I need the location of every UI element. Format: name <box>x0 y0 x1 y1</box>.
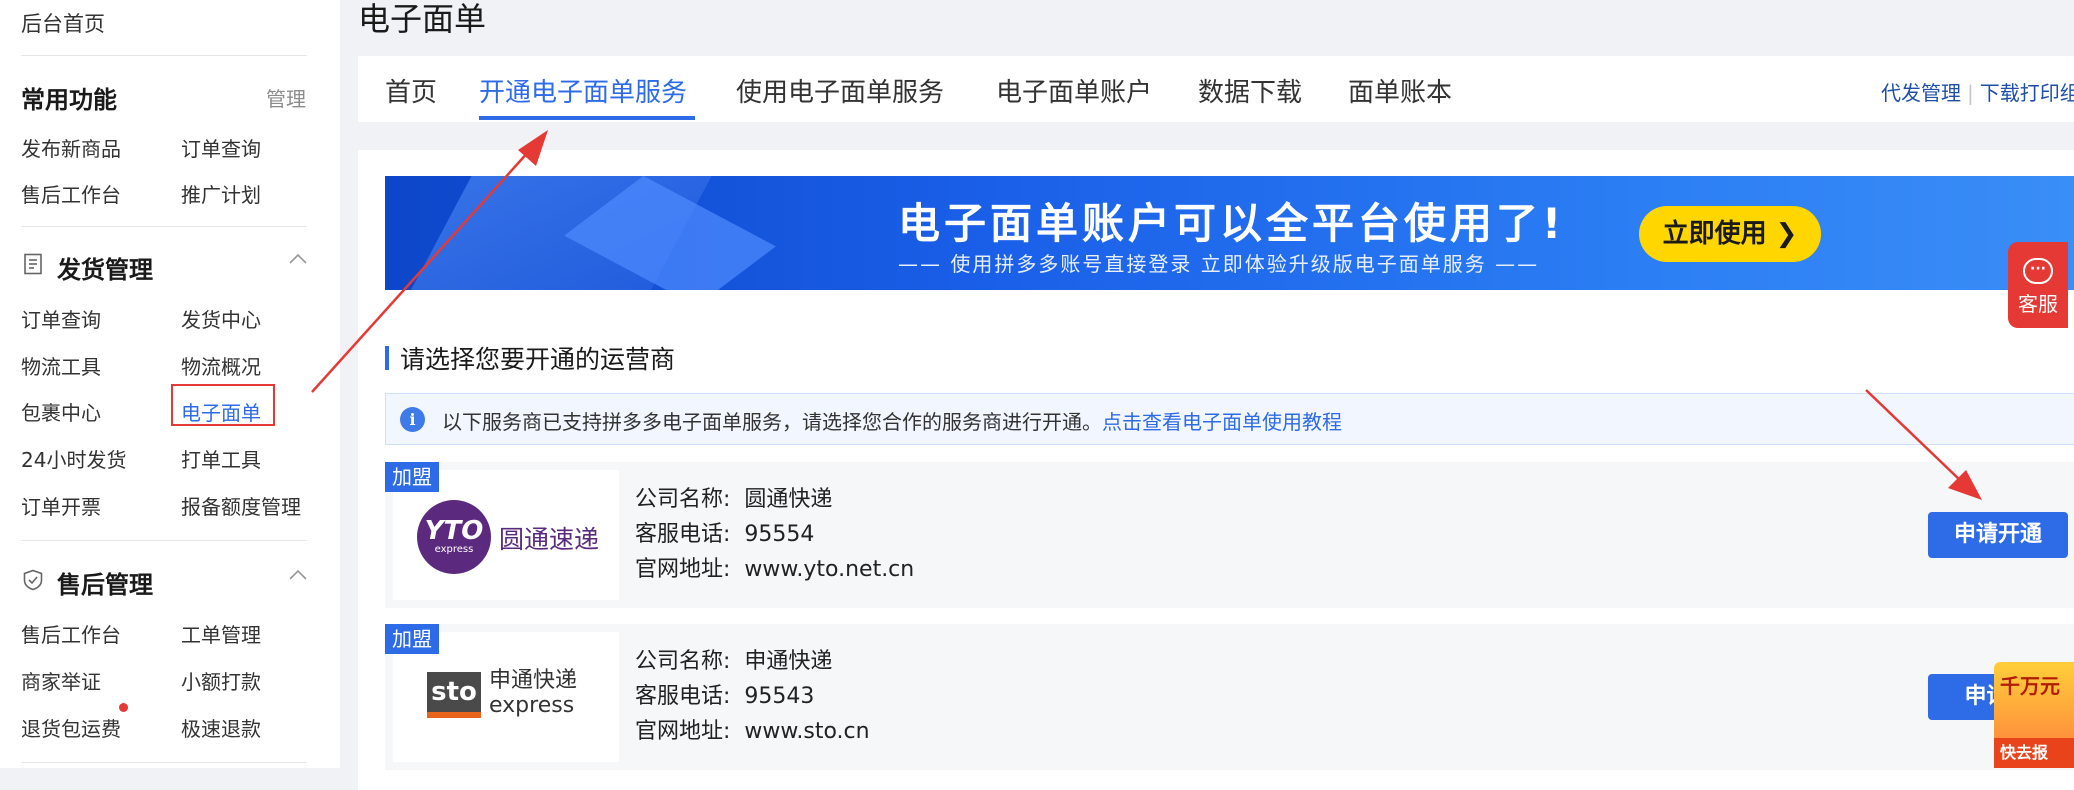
sidebar-divider <box>21 540 307 541</box>
company-name: 圆通快递 <box>744 487 833 512</box>
sidebar-item-merchant-evidence[interactable]: 商家举证 <box>21 666 101 695</box>
sidebar-item-small-payment[interactable]: 小额打款 <box>181 666 261 695</box>
yto-logo-name: 圆通速递 <box>499 525 600 554</box>
sidebar-item-quota-management[interactable]: 报备额度管理 <box>181 491 301 520</box>
sidebar-divider <box>21 762 307 763</box>
sidebar-item-logistics-overview[interactable]: 物流概况 <box>181 351 261 380</box>
sidebar-item-order-query[interactable]: 订单查询 <box>181 133 261 162</box>
sidebar-item-return-shipping[interactable]: 退货包运费 <box>21 713 121 742</box>
info-text: 以下服务商已支持拼多多电子面单服务，请选择您合作的服务商进行开通。 <box>442 410 1102 434</box>
sidebar-item-logistics-tools[interactable]: 物流工具 <box>21 351 101 380</box>
tab-bar: 首页 开通电子面单服务 使用电子面单服务 电子面单账户 数据下载 面单账本 代发… <box>358 56 2074 122</box>
apply-button-yto[interactable]: 申请开通 <box>1928 512 2068 558</box>
header-links: 代发管理 | 下载打印组 <box>1881 77 2074 106</box>
sidebar-item-order-query-2[interactable]: 订单查询 <box>21 304 101 333</box>
section-title: 请选择您要开通的运营商 <box>400 345 676 374</box>
customer-service-label: 客服 <box>2018 292 2058 316</box>
banner-title: 电子面单账户可以全平台使用了! <box>898 199 1566 248</box>
content-card: 电子面单账户可以全平台使用了! —— 使用拼多多账号直接登录 立即体验升级版电子… <box>358 150 2074 790</box>
use-now-button[interactable]: 立即使用 ❯ <box>1639 206 1821 262</box>
sidebar-item-shipping-center[interactable]: 发货中心 <box>181 304 261 333</box>
franchise-badge: 加盟 <box>385 462 439 492</box>
sto-logo-name: 申通快递 express <box>489 668 578 718</box>
sidebar-item-publish-product[interactable]: 发布新商品 <box>21 133 121 162</box>
tab-data-download[interactable]: 数据下载 <box>1198 72 1302 109</box>
franchise-badge: 加盟 <box>385 624 439 654</box>
website: www.sto.cn <box>744 719 870 744</box>
sidebar-item-ticket-management[interactable]: 工单管理 <box>181 619 261 648</box>
common-functions-title: 常用功能 <box>21 86 117 114</box>
tab-use-e-waybill-service[interactable]: 使用电子面单服务 <box>736 72 944 109</box>
tab-home[interactable]: 首页 <box>385 72 437 109</box>
website: www.yto.net.cn <box>744 557 915 582</box>
service-phone: 95543 <box>744 684 815 709</box>
sidebar-item-order-invoice[interactable]: 订单开票 <box>21 491 101 520</box>
banner-subtitle: —— 使用拼多多账号直接登录 立即体验升级版电子面单服务 —— <box>898 252 1540 276</box>
sidebar-item-aftersale-workbench-2[interactable]: 售后工作台 <box>21 619 121 648</box>
promo-banner[interactable]: 电子面单账户可以全平台使用了! —— 使用拼多多账号直接登录 立即体验升级版电子… <box>385 176 2074 290</box>
carrier-info: 公司名称: 申通快递 客服电话: 95543 官网地址: www.sto.cn <box>635 649 870 744</box>
section-marker <box>385 346 389 370</box>
download-print-component-link[interactable]: 下载打印组 <box>1980 81 2074 105</box>
promo-float-badge[interactable]: 千万元 快去报 <box>1994 662 2074 768</box>
shield-icon <box>23 569 43 591</box>
service-phone: 95554 <box>744 522 815 547</box>
common-functions-manage-link[interactable]: 管理 <box>266 83 306 112</box>
sidebar: 后台首页 常用功能 管理 发布新商品 订单查询 售后工作台 推广计划 发货管理 … <box>0 0 340 768</box>
sidebar-item-24h-shipping[interactable]: 24小时发货 <box>21 444 126 473</box>
tab-open-e-waybill-service[interactable]: 开通电子面单服务 <box>479 72 687 109</box>
company-name: 申通快递 <box>744 649 833 674</box>
info-notice: i 以下服务商已支持拼多多电子面单服务，请选择您合作的服务商进行开通。点击查看电… <box>385 393 2074 445</box>
info-icon: i <box>400 407 425 432</box>
sidebar-item-print-tool[interactable]: 打单工具 <box>181 444 261 473</box>
tab-e-waybill-account[interactable]: 电子面单账户 <box>996 72 1152 109</box>
carrier-card-sto: sto 申通快递 express 加盟 公司名称: 申通快递 客服电话: 955… <box>385 624 2074 770</box>
tutorial-link[interactable]: 点击查看电子面单使用教程 <box>1102 410 1342 434</box>
chat-bubble-icon: ··· <box>2023 258 2053 284</box>
notification-dot <box>119 703 128 712</box>
sto-logo-mark: sto <box>427 672 481 718</box>
chevron-up-icon[interactable] <box>288 253 308 265</box>
sidebar-divider <box>21 55 307 56</box>
customer-service-button[interactable]: ··· 客服 <box>2008 242 2068 328</box>
dropship-management-link[interactable]: 代发管理 <box>1881 81 1961 105</box>
e-waybill-highlight-box <box>171 384 275 426</box>
sidebar-item-package-center[interactable]: 包裹中心 <box>21 397 101 426</box>
sidebar-item-aftersale-workbench[interactable]: 售后工作台 <box>21 179 121 208</box>
shipping-management-title[interactable]: 发货管理 <box>57 250 153 285</box>
yto-logo-mark: YTO express <box>417 500 491 574</box>
aftersale-management-title[interactable]: 售后管理 <box>57 565 153 600</box>
active-tab-indicator <box>479 116 695 120</box>
tab-waybill-ledger[interactable]: 面单账本 <box>1348 72 1452 109</box>
page-title: 电子面单 <box>358 0 487 38</box>
document-icon <box>24 253 42 275</box>
chevron-up-icon[interactable] <box>288 569 308 581</box>
carrier-card-yto: YTO express 圆通速递 加盟 公司名称: 圆通快递 客服电话: 955… <box>385 462 2074 608</box>
sidebar-divider <box>21 226 307 227</box>
carrier-info: 公司名称: 圆通快递 客服电话: 95554 官网地址: www.yto.net… <box>635 487 915 582</box>
sidebar-item-promotion-plan[interactable]: 推广计划 <box>181 179 261 208</box>
sidebar-home-link[interactable]: 后台首页 <box>21 8 105 38</box>
sidebar-item-fast-refund[interactable]: 极速退款 <box>181 713 261 742</box>
